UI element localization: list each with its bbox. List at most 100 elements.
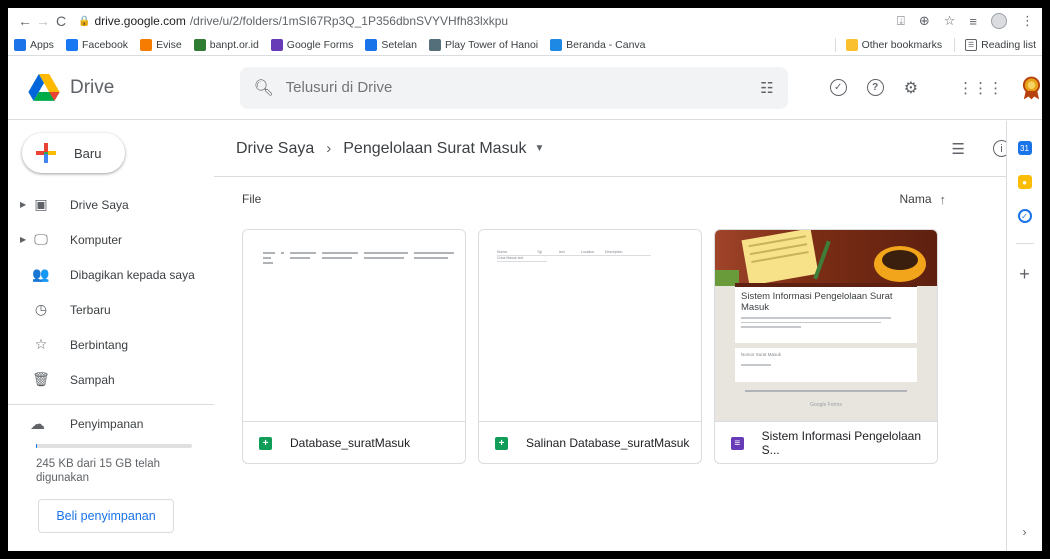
sort-control[interactable]: Nama ↑ <box>899 192 946 207</box>
drive-logo[interactable]: Drive <box>28 73 228 102</box>
storage-link[interactable]: ☁ Penyimpanan <box>30 412 214 436</box>
account-avatar[interactable] <box>1021 75 1042 101</box>
forward-arrow-icon[interactable]: → <box>34 13 52 29</box>
sort-label: Nama <box>899 192 932 206</box>
bookmark-item[interactable]: Setelan <box>365 38 417 51</box>
bookmark-item[interactable]: Google Forms <box>270 38 353 51</box>
file-card[interactable]: + Database_suratMasuk <box>242 229 466 464</box>
search-options-icon[interactable]: ☷ <box>760 79 773 97</box>
sidebar-item-label: Terbaru <box>70 302 111 317</box>
form-footer: Google Forms <box>810 402 842 408</box>
calendar-icon[interactable]: 31 <box>1017 141 1032 155</box>
chevron-right-icon[interactable]: › <box>1023 525 1027 539</box>
search-input[interactable] <box>285 79 761 96</box>
sidebar-item-berbintang[interactable]: ☆ Berbintang <box>8 327 214 362</box>
other-bookmarks[interactable]: Other bookmarks <box>845 38 943 51</box>
keep-icon[interactable]: ● <box>1017 175 1032 189</box>
sidebar-nav: ▶ ▣ Drive Saya ▶ 🖵 Komputer 👥 Dibagikan kepada … <box>8 187 214 397</box>
file-card[interactable]: Nomor Tgl text Location Description Coba… <box>478 229 702 464</box>
hanoi-icon <box>428 38 441 51</box>
bookmark-item[interactable]: Evise <box>140 38 182 51</box>
sheet-preview-table: Nomor Tgl text Location Description Coba… <box>497 250 651 262</box>
sidebar-item-dibagikan-kepada-saya[interactable]: 👥 Dibagikan kepada saya <box>8 257 214 292</box>
expand-caret-icon[interactable]: ▶ <box>20 200 30 209</box>
form-header-image <box>715 230 937 286</box>
sidebar-item-label: Komputer <box>70 232 123 247</box>
browser-toolbar: ← → C 🔒 drive.google.com/drive/u/2/folde… <box>8 8 1042 34</box>
form-question: Nomor Surat Masuk <box>741 352 782 357</box>
breadcrumb: Drive Saya › Pengelolaan Surat Masuk ▼ ☰… <box>214 121 1034 177</box>
back-arrow-icon[interactable]: ← <box>16 13 34 29</box>
storage-bar-fill <box>36 444 37 448</box>
bookmark-label: Beranda - Canva <box>566 38 646 51</box>
bookmark-item[interactable]: Facebook <box>65 38 129 51</box>
bookmark-item[interactable]: Beranda - Canva <box>550 38 646 51</box>
sidebar-item-sampah[interactable]: 🗑 Sampah <box>8 362 214 397</box>
drive-logo-icon <box>28 73 60 101</box>
form-title: Sistem Informasi Pengelolaan Surat Masuk <box>741 291 893 313</box>
install-icon[interactable]: ⍗ <box>897 13 905 29</box>
search-icon[interactable]: 🔍︎ <box>254 78 276 98</box>
url-path: /drive/u/2/folders/1mSI67Rp3Q_1P356dbnSV… <box>189 14 509 28</box>
add-addon-icon[interactable]: + <box>1019 264 1030 285</box>
zoom-icon[interactable]: ⊕ <box>919 13 930 29</box>
computer-icon: 🖵 <box>34 231 48 247</box>
sidebar-item-komputer[interactable]: ▶ 🖵 Komputer <box>8 222 214 257</box>
new-button[interactable]: Baru <box>22 133 125 173</box>
reading-queue-icon[interactable]: ≡ <box>969 14 977 29</box>
file-thumbnail: Sistem Informasi Pengelolaan Surat Masuk… <box>715 230 937 422</box>
drive-header: Drive 🔍︎ ☷ ✓ ? ⚙ ⋮⋮⋮ <box>8 56 1042 120</box>
search-bar[interactable]: 🔍︎ ☷ <box>239 66 788 109</box>
sidebar-item-drive-saya[interactable]: ▶ ▣ Drive Saya <box>8 187 214 222</box>
new-button-label: Baru <box>74 145 102 161</box>
bookmark-label: Facebook <box>81 38 129 51</box>
bookmark-label: Setelan <box>381 38 417 51</box>
other-bookmarks-label: Other bookmarks <box>861 38 943 51</box>
side-panel-divider <box>1015 243 1034 244</box>
sheet-row-cell: Coba Masuk text <box>497 256 547 262</box>
gear-icon <box>365 38 378 51</box>
form-footer-lines <box>745 390 907 395</box>
profile-avatar[interactable] <box>991 13 1007 29</box>
section-label: File <box>242 192 262 206</box>
reload-icon[interactable]: C <box>52 13 70 29</box>
star-icon: ☆ <box>34 336 48 352</box>
breadcrumb-current[interactable]: Pengelolaan Surat Masuk <box>343 140 526 158</box>
list-view-icon[interactable]: ☰ <box>952 140 965 158</box>
tasks-icon[interactable]: ✓ <box>1017 209 1032 223</box>
url-host: drive.google.com <box>94 14 186 28</box>
storage-label: Penyimpanan <box>70 417 144 431</box>
reading-list-label: Reading list <box>981 38 1036 51</box>
storage-section: ☁ Penyimpanan 245 KB dari 15 GB telah di… <box>8 412 214 533</box>
desk-illustration <box>715 230 926 286</box>
bookmark-item[interactable]: Apps <box>14 38 54 51</box>
expand-caret-icon[interactable]: ▶ <box>20 235 30 244</box>
app-name: Drive <box>70 76 115 98</box>
lock-icon: 🔒 <box>78 15 91 27</box>
offline-ready-icon[interactable]: ✓ <box>829 79 847 96</box>
browser-window: ← → C 🔒 drive.google.com/drive/u/2/folde… <box>8 8 1042 551</box>
sidebar: Baru ▶ ▣ Drive Saya ▶ 🖵 Komputer 👥 Dibagikan ke… <box>8 121 214 551</box>
browser-menu-icon[interactable]: ⋮ <box>1021 13 1034 29</box>
sheets-icon: + <box>495 436 508 450</box>
buy-storage-button[interactable]: Beli penyimpanan <box>38 499 174 533</box>
sidebar-item-terbaru[interactable]: ◷ Terbaru <box>8 292 214 327</box>
folder-icon <box>845 38 858 51</box>
bookmark-item[interactable]: banpt.or.id <box>193 38 259 51</box>
address-bar[interactable]: 🔒 drive.google.com/drive/u/2/folders/1mS… <box>78 14 508 28</box>
sidebar-item-label: Drive Saya <box>70 197 129 212</box>
file-name: Sistem Informasi Pengelolaan S... <box>761 429 922 457</box>
bookmark-label: Play Tower of Hanoi <box>444 38 539 51</box>
bookmark-item[interactable]: Play Tower of Hanoi <box>428 38 539 51</box>
dropdown-arrow-icon[interactable]: ▼ <box>534 143 544 154</box>
file-card[interactable]: Sistem Informasi Pengelolaan Surat Masuk… <box>714 229 938 464</box>
google-apps-icon[interactable]: ⋮⋮⋮ <box>958 79 1003 97</box>
reading-list[interactable]: ☰ Reading list <box>965 38 1036 51</box>
help-icon[interactable]: ? <box>866 79 884 96</box>
my-drive-icon: ▣ <box>34 196 48 212</box>
breadcrumb-root[interactable]: Drive Saya <box>236 140 314 158</box>
settings-gear-icon[interactable]: ⚙ <box>904 78 918 98</box>
bookmark-divider <box>954 37 956 52</box>
bookmark-star-icon[interactable]: ☆ <box>944 13 956 29</box>
evise-icon <box>140 38 153 51</box>
